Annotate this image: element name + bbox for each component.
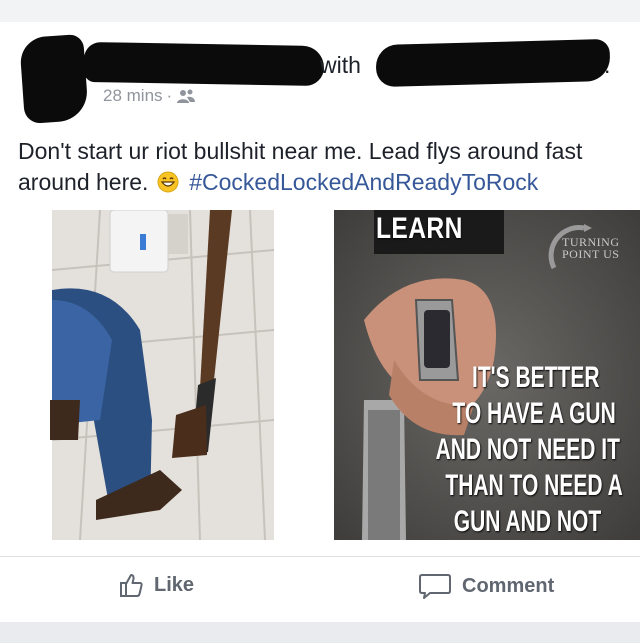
trailing-period: .	[604, 52, 611, 78]
feed-bottom-strip	[0, 622, 640, 643]
with-text: with	[320, 52, 361, 78]
meme-quote: IT'S BETTER TO HAVE A GUN AND NOT NEED I…	[430, 360, 623, 540]
post-body: Don't start ur riot bullshit near me. Le…	[18, 136, 638, 198]
logo-text-line2: POINT US	[562, 247, 620, 261]
quote-line: TO HAVE A GUN	[452, 397, 616, 430]
comment-label: Comment	[462, 574, 555, 597]
facebook-post-card: with . 28 mins · Don't start ur riot bul…	[0, 0, 640, 622]
photo-shotgun-boots[interactable]	[0, 210, 327, 540]
thumbs-up-icon	[120, 574, 143, 597]
comment-icon	[419, 574, 451, 599]
quote-line: IT'S BETTER	[472, 361, 600, 394]
post-meta: 28 mins ·	[103, 86, 196, 106]
redacted-tagged-friend	[375, 38, 611, 88]
feed-top-strip	[0, 0, 640, 22]
comment-button[interactable]: Comment	[418, 572, 554, 600]
meme-heading: LEARN	[376, 212, 463, 245]
quote-line: AND NOT NEED IT	[435, 433, 620, 466]
meta-separator: ·	[166, 86, 173, 105]
like-button[interactable]: Like	[118, 572, 194, 598]
redacted-avatar	[19, 33, 89, 125]
hashtag-link[interactable]: #CockedLockedAndReadyToRock	[189, 169, 538, 195]
quote-line: GUN AND NOT	[453, 505, 602, 538]
actions-divider	[0, 556, 640, 557]
logo-text: TURNING POINT US	[562, 236, 620, 260]
like-label: Like	[154, 573, 195, 596]
quote-line: THAN TO NEED A	[445, 469, 623, 502]
post-timestamp[interactable]: 28 mins	[103, 86, 163, 106]
redacted-author-name	[83, 41, 325, 87]
friends-icon[interactable]	[176, 88, 196, 104]
grinning-face-emoji	[157, 170, 179, 193]
